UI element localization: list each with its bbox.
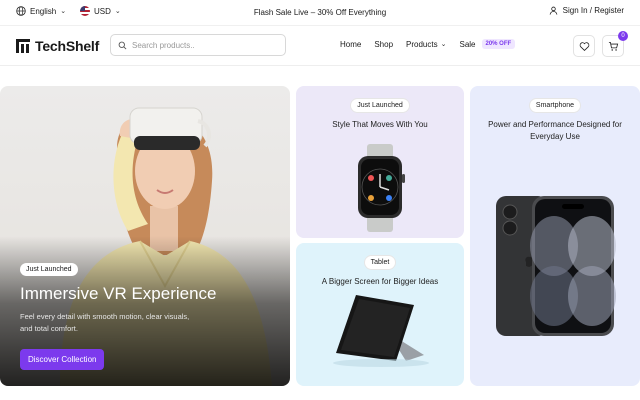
- smartphone-image: [496, 196, 616, 336]
- tablet-card[interactable]: Tablet A Bigger Screen for Bigger Ideas: [296, 243, 464, 386]
- sign-in-label: Sign In / Register: [562, 6, 624, 15]
- search-icon: [118, 41, 127, 49]
- promo-text: Flash Sale Live – 30% Off Everything: [253, 8, 387, 17]
- tablet-badge: Tablet: [363, 255, 397, 270]
- nav-products[interactable]: Products ⌄: [406, 40, 446, 49]
- nav-shop[interactable]: Shop: [374, 40, 393, 49]
- smartwatch-image: [358, 144, 405, 232]
- sign-in-link[interactable]: Sign In / Register: [549, 6, 624, 15]
- announcement-bar: English ⌄ USD ⌄ Flash Sale Live – 30% Of…: [0, 0, 640, 26]
- logo-text: TechShelf: [35, 38, 100, 54]
- discover-collection-button[interactable]: Discover Collection: [20, 349, 105, 370]
- smartphone-title: Power and Performance Designed for Every…: [488, 120, 622, 141]
- hero-badge: Just Launched: [20, 263, 78, 276]
- watch-badge: Just Launched: [350, 98, 410, 113]
- nav-home[interactable]: Home: [340, 40, 361, 49]
- cart-count-badge: 0: [618, 31, 628, 41]
- hero-description: Feel every detail with smooth motion, cl…: [20, 312, 190, 333]
- search-input[interactable]: [132, 40, 272, 50]
- nav-sale[interactable]: Sale 20% OFF: [459, 39, 516, 49]
- heart-icon: [579, 41, 589, 51]
- watch-title: Style That Moves With You: [332, 120, 428, 129]
- smartphone-badge: Smartphone: [528, 98, 582, 113]
- sale-badge: 20% OFF: [481, 39, 516, 49]
- logo-icon: [16, 39, 30, 53]
- smartphone-card[interactable]: Smartphone Power and Performance Designe…: [470, 86, 640, 386]
- watch-card[interactable]: Just Launched Style That Moves With You: [296, 86, 464, 238]
- tablet-title: A Bigger Screen for Bigger Ideas: [321, 277, 439, 286]
- logo[interactable]: TechShelf: [16, 38, 99, 54]
- site-header: TechShelf Home Shop Products ⌄ Sale 20% …: [0, 26, 640, 66]
- search-bar[interactable]: [110, 34, 286, 56]
- hero-banner[interactable]: Just Launched Immersive VR Experience Fe…: [0, 86, 290, 386]
- cart-button[interactable]: 0: [602, 31, 628, 57]
- user-icon: [549, 6, 557, 15]
- tablet-image: [333, 295, 429, 367]
- nav-products-label: Products: [406, 39, 438, 49]
- wishlist-button[interactable]: [573, 35, 595, 57]
- cart-icon: [608, 41, 618, 51]
- hero-title: Immersive VR Experience: [20, 284, 217, 303]
- nav-sale-label: Sale: [459, 39, 476, 49]
- chevron-down-icon: ⌄: [440, 41, 447, 48]
- hero-content: Just Launched Immersive VR Experience Fe…: [20, 258, 280, 370]
- main-nav: Home Shop Products ⌄ Sale 20% OFF: [340, 39, 516, 49]
